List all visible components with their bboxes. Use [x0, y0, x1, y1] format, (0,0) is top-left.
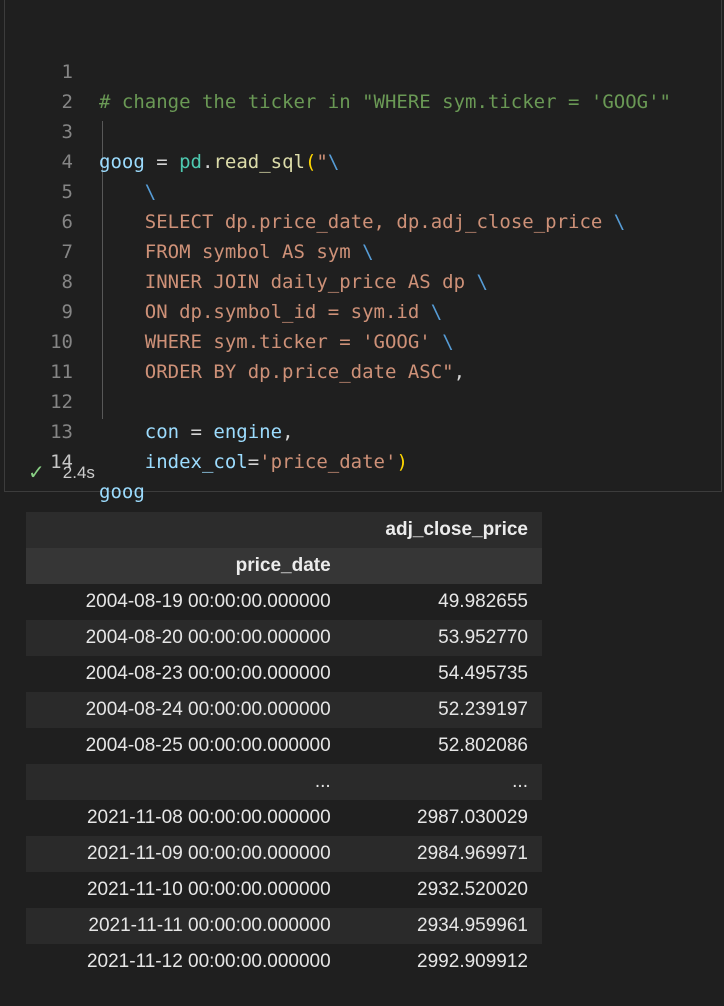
row-value: 2984.969971: [417, 843, 528, 864]
code-string: 'price_date': [259, 451, 397, 473]
index-name-spacer: [331, 548, 542, 584]
code-line-2[interactable]: 2: [5, 57, 721, 113]
index-corner: [26, 512, 331, 548]
table-row: 2004-08-20 00:00:00.000000 53.952770: [26, 620, 542, 656]
code-line-1[interactable]: 1 # change the ticker in "WHERE sym.tick…: [5, 27, 721, 113]
code-variable: index_col: [144, 451, 248, 473]
code-line-7[interactable]: 7 INNER JOIN daily_price AS dp \: [5, 207, 721, 293]
code-line-12[interactable]: 12 con = engine,: [5, 357, 721, 443]
code-paren: ): [396, 451, 408, 473]
row-index: 2021-11-11 00:00:00.000000: [88, 915, 331, 936]
index-name-row: price_date: [26, 548, 542, 584]
row-value: 53.952770: [438, 627, 528, 648]
row-index: 2021-11-08 00:00:00.000000: [86, 807, 331, 828]
table-row: 2004-08-25 00:00:00.000000 52.802086: [26, 728, 542, 764]
row-index: ...: [314, 771, 331, 792]
row-value: 52.239197: [438, 699, 528, 720]
row-index: 2021-11-12 00:00:00.000000: [86, 951, 331, 972]
column-header: adj_close_price: [385, 519, 528, 540]
row-value: 52.802086: [438, 735, 528, 756]
execution-status: ✓ 2.4s: [28, 460, 95, 486]
table-row: 2021-11-12 00:00:00.000000 2992.909912: [26, 944, 542, 980]
code-operator: =: [247, 451, 260, 473]
row-value: 2932.520020: [417, 879, 528, 900]
row-index: 2004-08-24 00:00:00.000000: [85, 699, 331, 720]
execution-duration: 2.4s: [62, 463, 95, 482]
row-value: 2934.959961: [417, 915, 528, 936]
code-line-13[interactable]: 13 index_col='price_date'): [5, 387, 721, 473]
row-value: ...: [512, 771, 528, 792]
index-name: price_date: [235, 555, 331, 576]
table-row: 2004-08-23 00:00:00.000000 54.495735: [26, 656, 542, 692]
code-line-4[interactable]: 4 \: [5, 117, 721, 203]
cell-output: adj_close_price price_date 2004-08-19 00…: [26, 512, 542, 980]
column-header-row: adj_close_price: [26, 512, 542, 548]
dataframe-table: adj_close_price price_date 2004-08-19 00…: [26, 512, 542, 980]
table-row-ellipsis: ......: [26, 764, 542, 800]
code-line-11[interactable]: 11: [5, 327, 721, 383]
check-icon: ✓: [28, 462, 45, 484]
code-line-6[interactable]: 6 FROM symbol AS sym \: [5, 177, 721, 263]
table-row: 2004-08-19 00:00:00.000000 49.982655: [26, 584, 542, 620]
table-row: 2021-11-11 00:00:00.000000 2934.959961: [26, 908, 542, 944]
row-value: 49.982655: [438, 591, 528, 612]
table-row: 2021-11-08 00:00:00.000000 2987.030029: [26, 800, 542, 836]
row-index: 2004-08-20 00:00:00.000000: [85, 627, 331, 648]
row-index: 2021-11-10 00:00:00.000000: [86, 879, 331, 900]
row-value: 54.495735: [438, 663, 528, 684]
code-line-5[interactable]: 5 SELECT dp.price_date, dp.adj_close_pri…: [5, 147, 721, 233]
row-index: 2004-08-25 00:00:00.000000: [85, 735, 331, 756]
table-row: 2021-11-09 00:00:00.000000 2984.969971: [26, 836, 542, 872]
table-row: 2004-08-24 00:00:00.000000 52.239197: [26, 692, 542, 728]
code-line-10[interactable]: 10 ORDER BY dp.price_date ASC",: [5, 297, 721, 383]
row-value: 2992.909912: [417, 951, 528, 972]
code-editor[interactable]: 1 # change the ticker in "WHERE sym.tick…: [5, 27, 721, 503]
code-line-9[interactable]: 9 WHERE sym.ticker = 'GOOG' \: [5, 267, 721, 353]
code-line-8[interactable]: 8 ON dp.symbol_id = sym.id \: [5, 237, 721, 323]
code-variable: goog: [99, 481, 145, 503]
code-line-3[interactable]: 3 goog = pd.read_sql("\: [5, 87, 721, 173]
code-line-14[interactable]: 14 goog: [5, 417, 721, 503]
row-index: 2004-08-19 00:00:00.000000: [85, 591, 331, 612]
row-index: 2004-08-23 00:00:00.000000: [85, 663, 331, 684]
code-cell[interactable]: 1 # change the ticker in "WHERE sym.tick…: [4, 0, 722, 503]
row-value: 2987.030029: [417, 807, 528, 828]
table-row: 2021-11-10 00:00:00.000000 2932.520020: [26, 872, 542, 908]
row-index: 2021-11-09 00:00:00.000000: [86, 843, 331, 864]
